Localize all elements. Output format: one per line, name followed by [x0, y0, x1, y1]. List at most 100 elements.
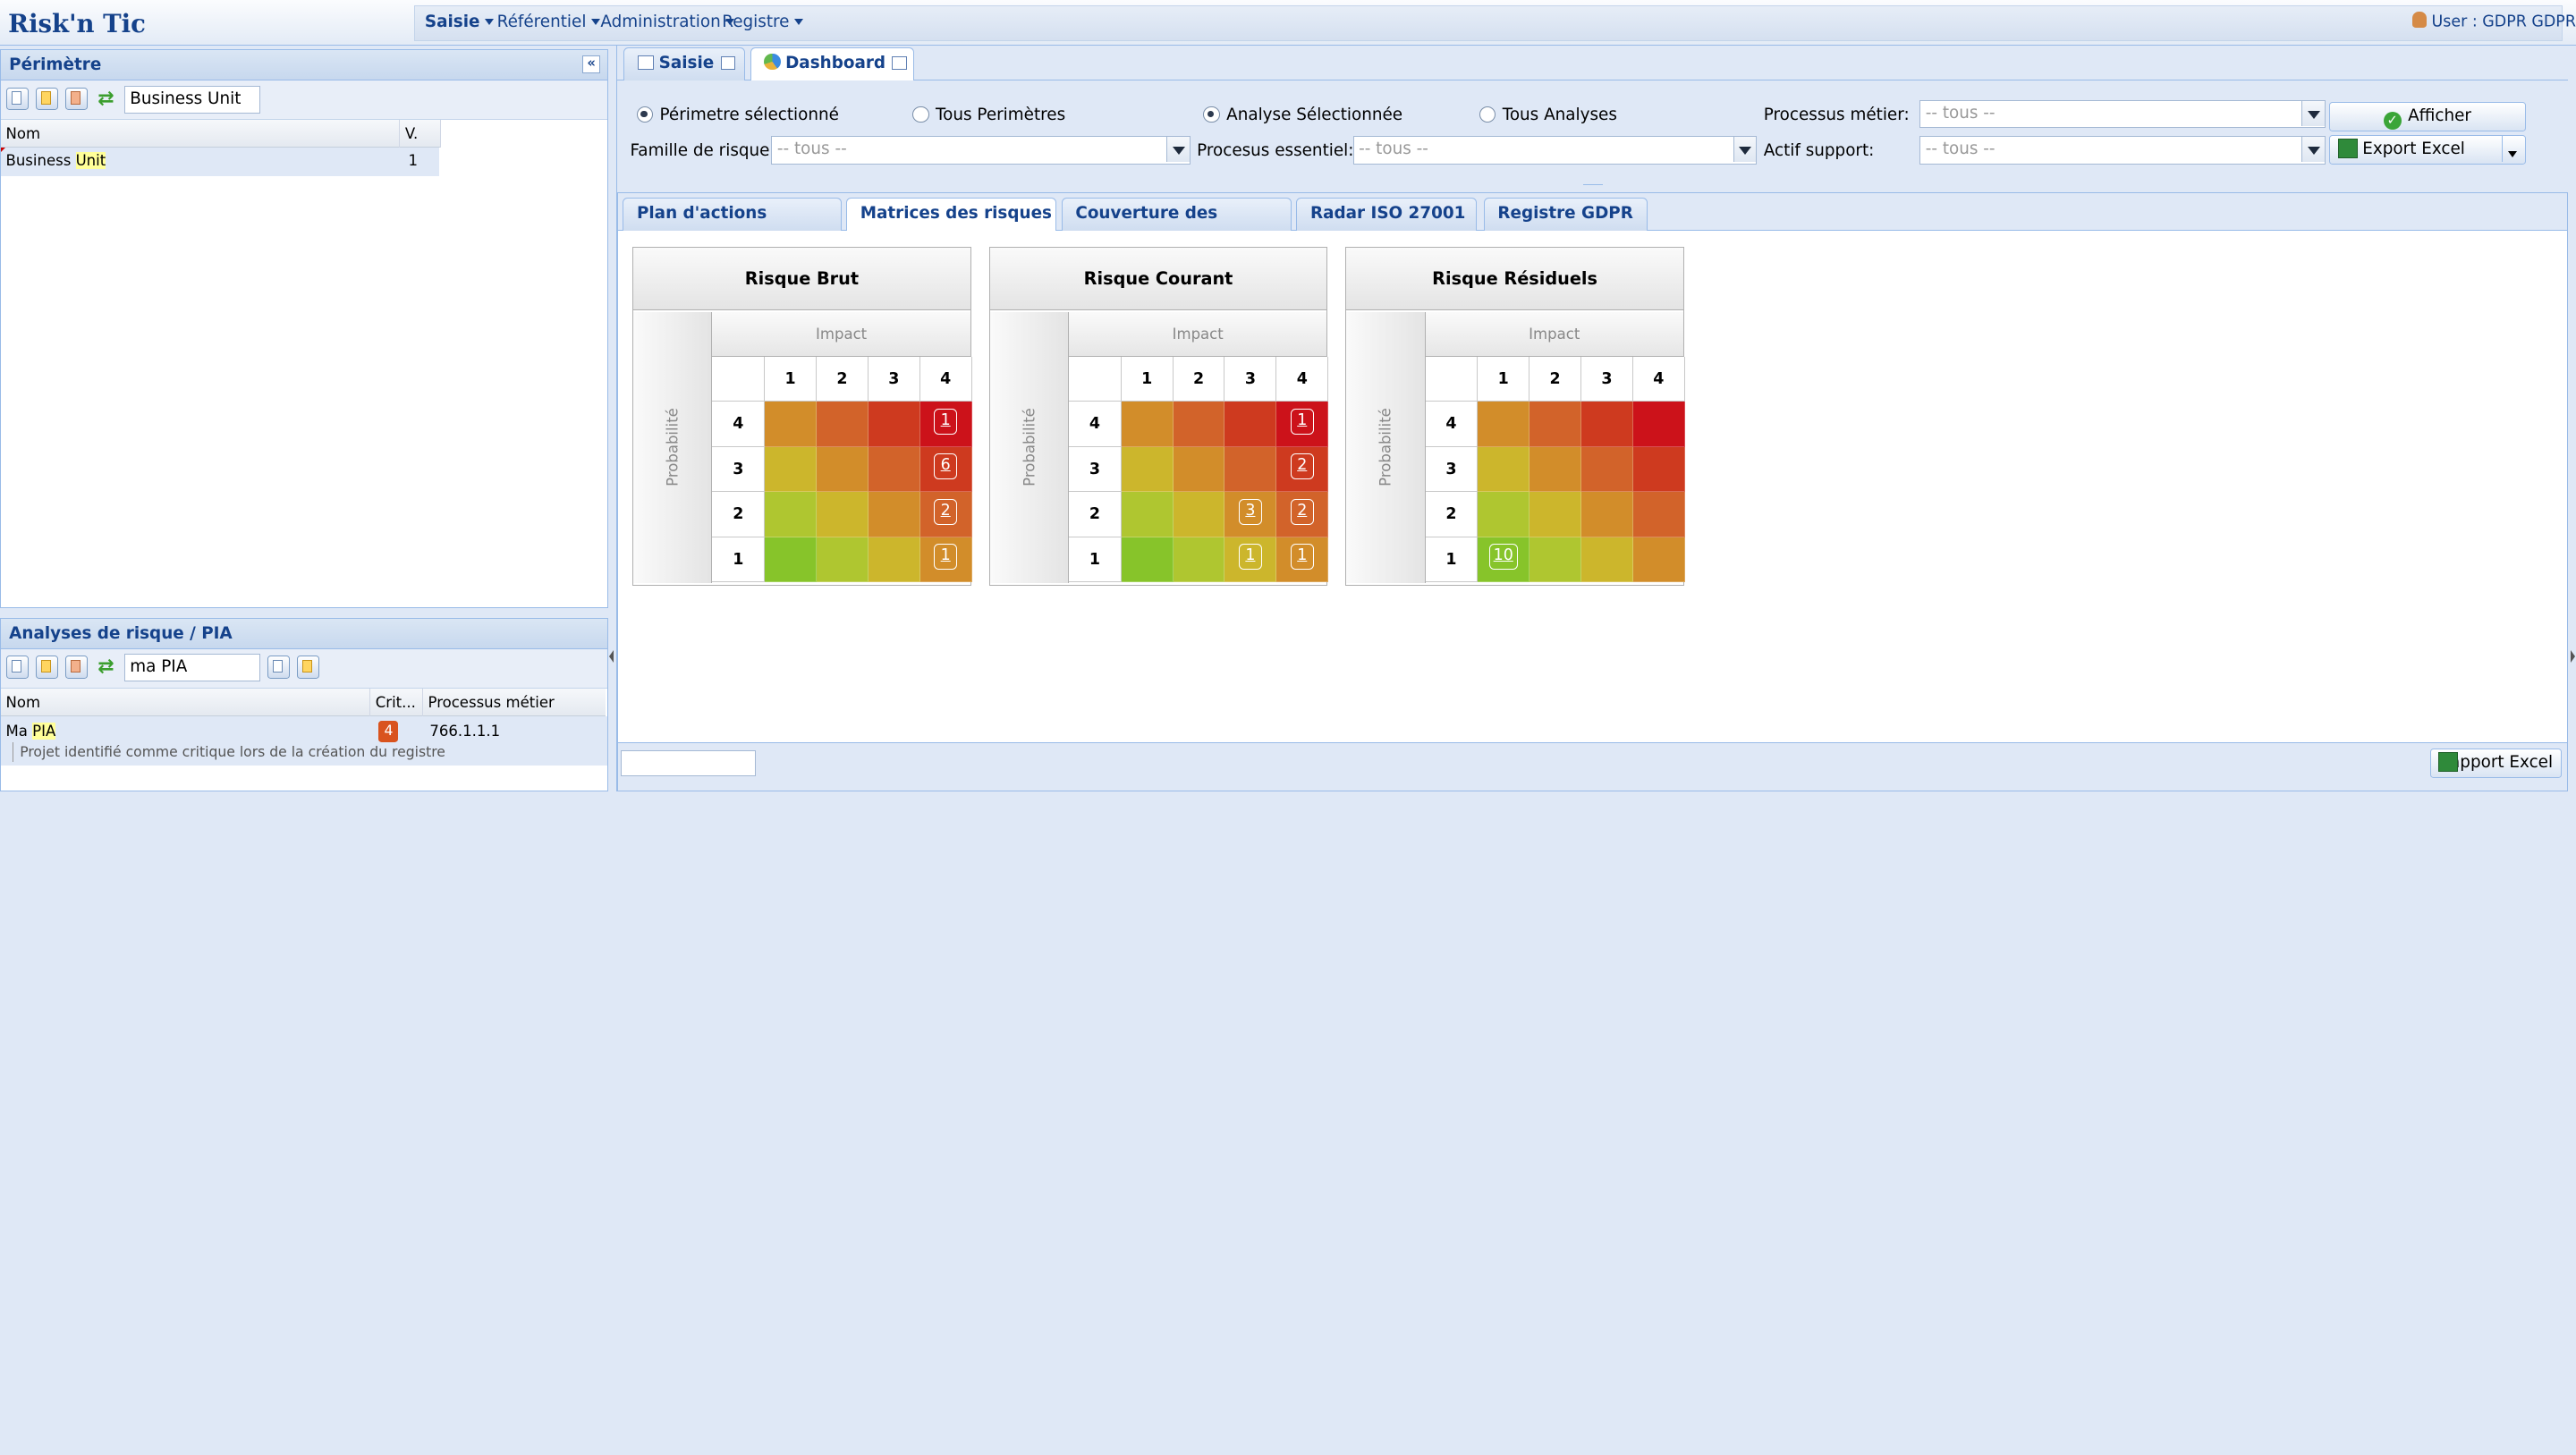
matrix-corner [1425, 356, 1479, 402]
refresh-icon[interactable]: ⇄ [95, 88, 118, 111]
heat-cell[interactable]: 2 [1276, 446, 1329, 493]
form-icon [637, 55, 655, 71]
paste-icon[interactable] [296, 656, 320, 679]
heat-cell[interactable]: 2 [919, 492, 972, 537]
risk-matrix: Risque Courant Probabilité Impact 1 2 3 4 4 1 3 2 2… [988, 247, 1329, 586]
risk-count-link[interactable]: 1 [1290, 544, 1314, 571]
processus-metier-select[interactable]: -- tous -- [1919, 100, 2326, 129]
tab-couverture[interactable]: Couverture des risques [1061, 198, 1292, 254]
tab-registre-gdpr[interactable]: Registre GDPR [1483, 198, 1648, 252]
heat-cell [1530, 492, 1582, 537]
popout-icon[interactable] [720, 56, 736, 71]
tab-matrices[interactable]: Matrices des risques [846, 198, 1057, 252]
rapport-excel-button[interactable]: Rapport Excel [2430, 748, 2563, 778]
menu-registre[interactable]: Registre [716, 6, 809, 39]
heat-cell [765, 402, 818, 447]
analyses-toolbar: ⇄ ma PIA [1, 648, 607, 689]
risk-count-link[interactable]: 2 [934, 498, 958, 525]
perimetre-row-v: 1 [408, 152, 419, 170]
delete-icon[interactable] [64, 656, 89, 679]
dirty-flag-icon [1, 148, 5, 153]
perimetre-row-name: Business Unit [5, 152, 106, 170]
tab-dashboard[interactable]: Dashboard [750, 47, 915, 82]
export-menu-arrow[interactable] [2502, 135, 2525, 162]
delete-icon[interactable] [64, 87, 89, 111]
processus-essentiel-select[interactable]: -- tous -- [1352, 136, 1758, 165]
splitter-right-icon[interactable] [2571, 650, 2575, 664]
impact-header: 1 [1478, 356, 1530, 402]
risk-count-link[interactable]: 1 [1239, 544, 1262, 571]
heat-cell [765, 446, 818, 493]
bottom-input[interactable] [621, 749, 757, 776]
copy-icon[interactable] [267, 656, 291, 679]
heat-cell [1530, 537, 1582, 583]
heat-cell[interactable]: 2 [1276, 492, 1329, 537]
probabilite-header: 1 [1425, 537, 1479, 583]
filter-area: Périmetre sélectionné Tous Perimètres An… [616, 80, 2568, 192]
risk-count-link[interactable]: 6 [934, 453, 958, 480]
main-tabstrip: Saisie Dashboard [616, 46, 2568, 82]
perimetre-row[interactable]: Business Unit 1 [1, 148, 440, 176]
heat-cell [765, 492, 818, 537]
risk-count-link[interactable]: 1 [934, 408, 958, 435]
add-icon[interactable] [5, 87, 30, 111]
heat-cell[interactable]: 3 [1224, 492, 1277, 537]
heat-cell [1173, 446, 1225, 493]
risk-count-link[interactable]: 1 [1290, 408, 1314, 435]
risk-count-link[interactable]: 3 [1239, 498, 1262, 525]
famille-risque-select[interactable]: -- tous -- [771, 136, 1191, 165]
risk-count-link[interactable]: 1 [934, 544, 958, 571]
col-processus[interactable]: Processus métier [423, 689, 606, 716]
col-v[interactable]: V. [400, 120, 442, 148]
splitter-left-icon[interactable] [609, 650, 614, 664]
radio-tous-perimetres[interactable]: Tous Perimètres [912, 106, 1065, 125]
matrix-title: Risque Brut [633, 248, 970, 311]
afficher-button[interactable]: ✓ Afficher [2328, 101, 2526, 131]
heat-cell[interactable]: 1 [1276, 402, 1329, 447]
chevron-down-icon [793, 19, 803, 25]
radio-perimetre-selectionne[interactable]: Périmetre sélectionné [636, 106, 839, 125]
radio-tous-analyses[interactable]: Tous Analyses [1479, 106, 1617, 125]
matrix-corner [712, 356, 766, 402]
add-icon[interactable] [5, 656, 30, 679]
analyses-row-process: 766.1.1.1 [429, 722, 501, 740]
edit-icon[interactable] [35, 656, 59, 679]
heat-cell [1478, 402, 1530, 447]
menu-referentiel[interactable]: Référentiel [490, 6, 606, 39]
collapse-handle[interactable] [1582, 183, 1603, 190]
col-crit[interactable]: Crit... [370, 688, 424, 716]
risk-count-link[interactable]: 10 [1488, 544, 1518, 571]
heat-cell[interactable]: 6 [919, 446, 972, 493]
perimetre-search-input[interactable]: Business Unit [123, 85, 261, 114]
risk-count-link[interactable]: 2 [1290, 498, 1314, 525]
analyses-row-name: Ma PIA [5, 722, 56, 740]
radio-analyse-selectionnee[interactable]: Analyse Sélectionnée [1203, 106, 1402, 125]
heat-cell[interactable]: 1 [1276, 537, 1329, 583]
heat-cell[interactable]: 1 [1224, 537, 1277, 583]
heat-cell [1121, 446, 1174, 493]
probabilite-header: 1 [1069, 537, 1122, 583]
tab-radar-iso[interactable]: Radar ISO 27001 [1296, 198, 1478, 252]
user-info[interactable]: User : GDPR GDPR [2411, 11, 2576, 30]
menu-saisie[interactable]: Saisie [419, 6, 501, 39]
refresh-icon[interactable]: ⇄ [95, 656, 118, 679]
matrix-corner [1069, 356, 1122, 402]
heat-cell [1224, 446, 1277, 493]
tab-saisie[interactable]: Saisie [623, 47, 745, 80]
actif-support-select[interactable]: -- tous -- [1919, 136, 2326, 165]
main-menu: Saisie Référentiel Administration Regist… [413, 4, 2563, 41]
collapse-icon[interactable]: « [582, 55, 601, 73]
risk-count-link[interactable]: 2 [1290, 453, 1314, 480]
heat-cell[interactable]: 10 [1478, 537, 1530, 583]
analyses-search-input[interactable]: ma PIA [123, 654, 261, 682]
col-nom[interactable]: Nom [1, 688, 371, 716]
popout-icon[interactable] [892, 56, 907, 71]
heat-cell[interactable]: 1 [919, 537, 972, 583]
analyses-row[interactable]: Ma PIA 4 766.1.1.1 Projet identifié comm… [1, 715, 607, 766]
probabilite-header: 2 [712, 492, 766, 537]
col-nom[interactable]: Nom [1, 120, 401, 148]
tab-plan-actions[interactable]: Plan d'actions détaillé [623, 198, 842, 254]
export-excel-button[interactable]: Export Excel [2328, 134, 2526, 165]
edit-icon[interactable] [35, 87, 59, 111]
heat-cell[interactable]: 1 [919, 402, 972, 447]
